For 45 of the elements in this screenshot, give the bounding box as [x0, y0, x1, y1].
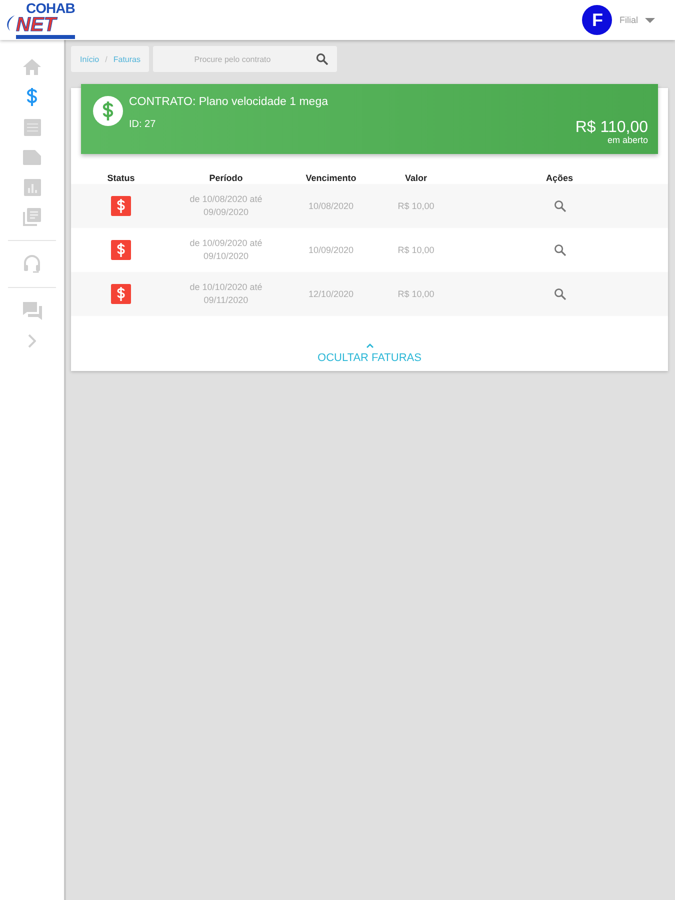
dollar-status-icon [111, 196, 131, 216]
table-cell: R$ 10,00 [381, 228, 451, 272]
caret-icon[interactable] [645, 18, 655, 22]
search-icon[interactable] [554, 200, 566, 212]
chat-icon [22, 302, 42, 320]
amount: R$ 110,00 [575, 120, 648, 136]
dollar-icon [93, 96, 123, 126]
column-header: Ações [451, 171, 668, 184]
breadcrumb-separator: / [105, 54, 108, 64]
table-cell: 10/08/2020 [281, 184, 381, 228]
breadcrumb-link[interactable]: Faturas [113, 54, 140, 64]
column-header: Vencimento [281, 171, 381, 184]
user-name[interactable]: Filial [619, 15, 638, 25]
search-icon[interactable] [554, 288, 566, 300]
table-cell-text: de 10/09/2020 até 09/10/2020 [188, 236, 264, 263]
table-cell: R$ 10,00 [381, 184, 451, 228]
dollar-status-icon [111, 284, 131, 304]
column-header: Valor [381, 171, 451, 184]
document-icon [23, 150, 41, 164]
home-icon [23, 59, 41, 75]
dollar-icon [26, 88, 38, 106]
contract-id: ID: 27 [129, 119, 157, 130]
list-icon [23, 208, 41, 226]
search-field[interactable]: Procure pelo contrato [153, 46, 338, 72]
table-icon [24, 118, 40, 136]
chevron-up-icon [366, 343, 374, 348]
search-icon[interactable] [554, 244, 566, 256]
breadcrumb-link[interactable]: Início [80, 54, 100, 64]
avatar[interactable]: F [582, 5, 612, 35]
table-cell: 10/09/2020 [281, 228, 381, 272]
amount-note: em aberto [607, 136, 648, 145]
chevron-right-icon [28, 334, 36, 348]
column-header: Período [171, 171, 281, 184]
dollar-status-icon [111, 240, 131, 260]
search-icon[interactable] [316, 53, 328, 65]
contract-title: CONTRATO: Plano velocidade 1 mega [129, 96, 329, 108]
hide-invoices-button[interactable]: OCULTAR FATURAS [312, 342, 428, 365]
headset-icon [23, 254, 41, 274]
table-cell: R$ 10,00 [381, 272, 451, 316]
table-cell-text: de 10/08/2020 até 09/09/2020 [188, 192, 264, 219]
chart-icon [24, 178, 40, 196]
column-header: Status [71, 171, 171, 184]
table-cell: 12/10/2020 [281, 272, 381, 316]
logo-text: COHAB [26, 1, 75, 15]
table-cell-text: de 10/10/2020 até 09/11/2020 [188, 280, 264, 307]
